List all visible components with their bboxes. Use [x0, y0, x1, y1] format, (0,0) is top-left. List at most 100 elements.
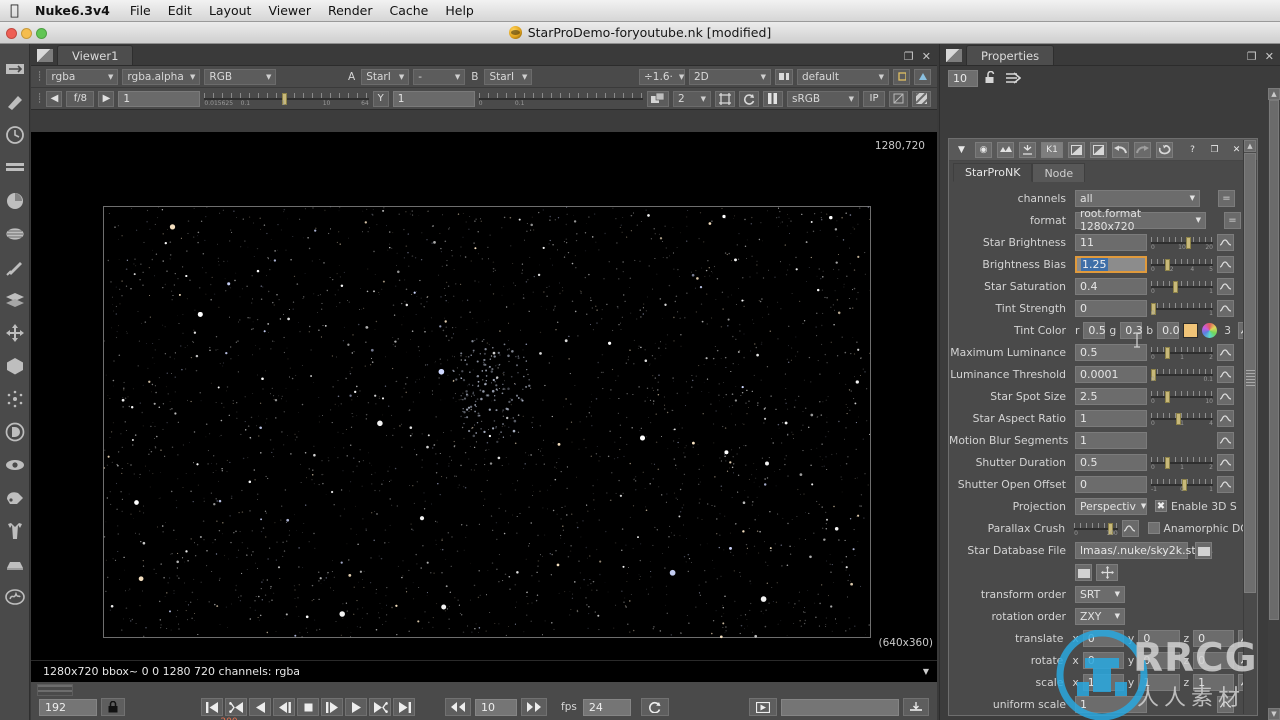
star-saturation-input[interactable]: 0.4: [1075, 277, 1147, 295]
gamma-toggle-button[interactable]: Y: [372, 90, 389, 107]
downrez-dropdown[interactable]: 2 ▼: [673, 90, 712, 107]
star-brightness-input[interactable]: 11: [1075, 233, 1147, 251]
zoom-window-button[interactable]: [36, 27, 47, 39]
knob-slider[interactable]: 0 0.1: [1151, 366, 1213, 383]
tint-strength-input[interactable]: 0: [1075, 299, 1147, 317]
rotate-x-input[interactable]: 0: [1082, 651, 1124, 669]
max-panels-input[interactable]: 10: [948, 69, 978, 87]
knob-slider[interactable]: 0 10: [1151, 388, 1213, 405]
uniform-scale-animation-button[interactable]: [1217, 695, 1234, 713]
input-a-dropdown[interactable]: StarI ▼: [361, 68, 410, 85]
gain-down-button[interactable]: ◀: [46, 90, 63, 107]
redo-icon[interactable]: [1134, 141, 1151, 158]
roi-crop-icon[interactable]: [715, 90, 736, 107]
clear-all-icon[interactable]: [1006, 69, 1022, 88]
checkerboard-icon[interactable]: [912, 90, 932, 107]
gamma-value-input[interactable]: 1: [392, 90, 475, 107]
target-icon[interactable]: ◉: [975, 141, 992, 158]
unlock-icon[interactable]: [985, 69, 999, 88]
metadata-icon[interactable]: [4, 487, 26, 509]
fps-input[interactable]: 24: [582, 698, 631, 716]
plugins-icon[interactable]: [4, 586, 26, 608]
panel-grip-icon[interactable]: [37, 49, 53, 62]
float-icon[interactable]: ❐: [1206, 142, 1223, 158]
color-wheel-icon[interactable]: [1202, 322, 1218, 338]
input-b-dropdown[interactable]: StarI ▼: [484, 68, 533, 85]
next-keyframe-button[interactable]: [369, 698, 391, 716]
tint-color-b-input[interactable]: 0.0: [1157, 321, 1180, 339]
tint-strength-animation-button[interactable]: [1217, 299, 1234, 317]
star-aspect-ratio-animation-button[interactable]: [1217, 409, 1234, 427]
rotation-order-dropdown[interactable]: ZXY ▼: [1075, 607, 1125, 625]
play-backward-button[interactable]: [249, 698, 271, 716]
uniform-scale-input[interactable]: 1: [1075, 695, 1147, 713]
tint-color-swatch[interactable]: [1183, 322, 1199, 338]
enable-3d-checkbox[interactable]: ✖: [1155, 500, 1167, 512]
slider-knob[interactable]: [1173, 280, 1179, 293]
gamma-slider[interactable]: 0 0.1: [478, 91, 644, 107]
file-browse-icon[interactable]: [1195, 541, 1212, 559]
alpha-overlay-icon[interactable]: [889, 90, 909, 107]
star-spot-size-input[interactable]: 2.5: [1075, 387, 1147, 405]
rotate-y-input[interactable]: 0: [1138, 651, 1180, 669]
toolsets-icon[interactable]: [4, 520, 26, 542]
3d-icon[interactable]: [4, 355, 26, 377]
slider-knob[interactable]: [1164, 346, 1170, 359]
skip-backward-button[interactable]: [445, 698, 471, 716]
roi-icon[interactable]: [914, 68, 931, 85]
tint-color-r-input[interactable]: 0.5: [1083, 321, 1106, 339]
scale-y-input[interactable]: 1: [1138, 673, 1180, 691]
channel-icon[interactable]: [4, 157, 26, 179]
gain-slider[interactable]: 0.015625 0.1 1 10 64: [204, 91, 369, 107]
current-frame-input[interactable]: 192: [39, 698, 97, 716]
format-dropdown[interactable]: root.format 1280x720 ▼: [1075, 207, 1206, 233]
close-icon[interactable]: ✕: [922, 51, 931, 62]
step-back-button[interactable]: [273, 698, 295, 716]
display-channel-dropdown[interactable]: RGB ▼: [204, 68, 277, 85]
open-folder-icon[interactable]: [1075, 563, 1092, 581]
minimize-window-button[interactable]: [21, 27, 32, 39]
scroll-up-icon[interactable]: ▲: [1244, 140, 1256, 152]
shutter-duration-input[interactable]: 0.5: [1075, 453, 1147, 471]
viewer-canvas[interactable]: 1280,720 (640x360): [31, 132, 937, 660]
postage-stamp-icon[interactable]: [1019, 141, 1036, 158]
menu-item-cache[interactable]: Cache: [389, 3, 428, 18]
viewer-process-dropdown[interactable]: default ▼: [797, 68, 889, 85]
proxy-icon[interactable]: [775, 68, 793, 85]
shutter-open-offset-animation-button[interactable]: [1217, 475, 1234, 493]
pause-icon[interactable]: [763, 90, 784, 107]
knob-slider[interactable]: 0245: [1151, 256, 1213, 273]
gain-value-input[interactable]: 1: [118, 90, 201, 107]
scale-z-input[interactable]: 1: [1193, 673, 1235, 691]
close-window-button[interactable]: [6, 27, 17, 39]
panel-grip-icon[interactable]: [946, 49, 962, 62]
knob-slider[interactable]: -1 0 1: [1151, 476, 1213, 493]
star-brightness-animation-button[interactable]: [1217, 233, 1234, 251]
deep-icon[interactable]: [4, 421, 26, 443]
menu-item-help[interactable]: Help: [445, 3, 474, 18]
menu-item-layout[interactable]: Layout: [209, 3, 252, 18]
anamorphic-dof-checkbox[interactable]: [1147, 522, 1160, 534]
gain-stop-label[interactable]: f/8: [66, 90, 95, 107]
menu-item-viewer[interactable]: Viewer: [268, 3, 311, 18]
tab-node[interactable]: Node: [1032, 163, 1086, 182]
menu-item-render[interactable]: Render: [328, 3, 373, 18]
transform-order-dropdown[interactable]: SRT ▼: [1075, 585, 1125, 603]
merge-icon[interactable]: [4, 289, 26, 311]
star-database-file-input[interactable]: lmaas/.nuke/sky2k.stars: [1075, 541, 1213, 559]
scrollbar-thumb[interactable]: [1269, 100, 1279, 620]
cache-indicator-icon[interactable]: [903, 698, 929, 716]
image-icon[interactable]: [4, 58, 26, 80]
channels-dropdown[interactable]: rgba ▼: [46, 68, 119, 85]
projection-dropdown[interactable]: Perspectiv ▼: [1075, 497, 1147, 515]
format-expression-button[interactable]: =: [1224, 211, 1241, 229]
viewer-mode-dropdown[interactable]: 2D ▼: [689, 68, 771, 85]
colorspace-dropdown[interactable]: sRGB ▼: [787, 90, 860, 107]
slider-knob[interactable]: [1164, 456, 1170, 469]
luminance-threshold-input[interactable]: 0.0001: [1075, 365, 1147, 383]
knob-slider[interactable]: 01: [1151, 300, 1213, 317]
playback-mode-icon[interactable]: [749, 698, 777, 716]
menu-item-nuke[interactable]: Nuke6.3v4: [35, 3, 110, 18]
frame-increment-input[interactable]: 10: [475, 698, 517, 716]
keyframe-k1-icon[interactable]: K1: [1041, 141, 1063, 158]
